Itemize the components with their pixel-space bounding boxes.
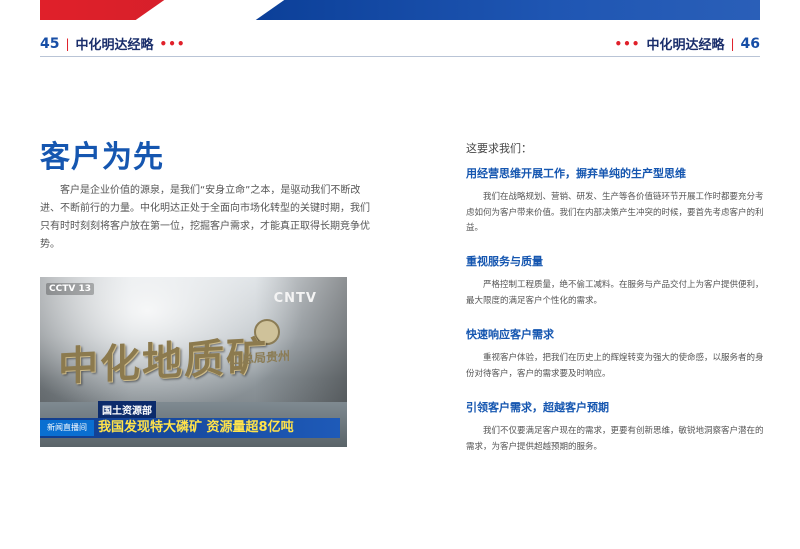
header-left: 45 | 中化明达经略 •••: [40, 34, 186, 54]
page-heading: 客户为先: [40, 140, 164, 175]
section-business-thinking: 用经营思维开展工作，摒弃单纯的生产型思维 我们在战略规划、营销、研发、生产等各价…: [466, 165, 766, 237]
section-body: 重视客户体验，把我们在历史上的辉煌转变为强大的使命感，以服务者的身份对待客户，客…: [466, 353, 764, 379]
requirements-lead: 这要求我们：: [466, 142, 532, 155]
section-service-quality: 重视服务与质量 严格控制工程质量，绝不偷工减料。在服务与产品交付上为客户提供便利…: [466, 253, 766, 309]
section-body: 严格控制工程质量，绝不偷工减料。在服务与产品交付上为客户提供便利，最大限度的满足…: [466, 280, 764, 306]
cctv-logo: CCTV 13: [46, 283, 94, 295]
header-divider: [40, 56, 760, 57]
cntv-logo: CNTV: [273, 291, 317, 306]
section-title: 用经营思维开展工作，摒弃单纯的生产型思维: [466, 167, 686, 180]
news-photo: 中化地质矿 山总局贵州 CCTV 13 CNTV 国土资源部 新闻直播间 我国发…: [40, 277, 347, 447]
section-fast-response: 快速响应客户需求 重视客户体验，把我们在历史上的辉煌转变为强大的使命感，以服务者…: [466, 326, 766, 382]
header-title-right: 中化明达经略: [646, 38, 725, 53]
section-title: 引领客户需求，超越客户预期: [466, 401, 609, 414]
section-body: 我们在战略规划、营销、研发、生产等各价值链环节开展工作时都要充分考虑如何为客户带…: [466, 192, 764, 233]
section-body: 我们不仅要满足客户现在的需求，更要有创新思维，敏锐地洞察客户潜在的需求，为客户提…: [466, 426, 764, 452]
header-separator-left: |: [65, 36, 70, 51]
header-blue-stripe: [250, 0, 760, 20]
header-separator-right: |: [730, 36, 735, 51]
dept-label: 国土资源部: [98, 401, 156, 418]
section-title: 重视服务与质量: [466, 255, 543, 268]
section-lead-needs: 引领客户需求，超越客户预期 我们不仅要满足客户现在的需求，更要有创新思维，敏锐地…: [466, 399, 766, 455]
news-tag: 新闻直播间: [40, 420, 94, 436]
intro-paragraph: 客户是企业价值的源泉，是我们“安身立命”之本，是驱动我们不断改进、不断前行的力量…: [40, 185, 370, 250]
header-dots-left: •••: [159, 36, 186, 51]
page-number-left: 45: [40, 35, 60, 52]
section-title: 快速响应客户需求: [466, 328, 554, 341]
header-title-left: 中化明达经略: [75, 38, 154, 53]
header-dots-right: •••: [614, 36, 641, 51]
page-number-right: 46: [740, 35, 760, 52]
news-headline: 我国发现特大磷矿 资源量超8亿吨: [98, 420, 294, 435]
header-right: ••• 中化明达经略 | 46: [614, 34, 760, 54]
